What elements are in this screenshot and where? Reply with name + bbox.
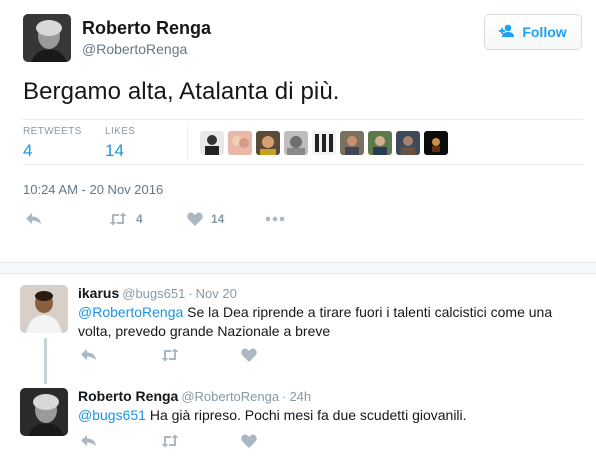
reply-icon (80, 434, 97, 448)
reply-time[interactable]: Nov 20 (196, 286, 237, 301)
reply-author-name[interactable]: Roberto Renga (78, 388, 178, 404)
main-tweet: Roberto Renga @RobertoRenga Follow Berga… (0, 0, 596, 262)
follow-label: Follow (522, 24, 567, 40)
likers-avatars (200, 131, 448, 155)
divider (23, 119, 583, 120)
like-button[interactable] (241, 348, 257, 362)
like-count: 14 (211, 212, 225, 226)
likes-value: 14 (105, 141, 124, 160)
reply-author-name[interactable]: ikarus (78, 285, 119, 301)
reply-body: Ha già ripreso. Pochi mesi fa due scudet… (145, 407, 467, 423)
liker-avatar[interactable] (396, 131, 420, 155)
reply-icon (80, 348, 97, 362)
retweet-icon (160, 434, 180, 448)
liker-avatar[interactable] (200, 131, 224, 155)
retweet-button[interactable]: 4 (108, 212, 143, 226)
retweet-count: 4 (136, 212, 143, 226)
liker-avatar[interactable] (256, 131, 280, 155)
reply-author-handle[interactable]: @bugs651 (122, 286, 185, 301)
reply-mention[interactable]: @RobertoRenga (78, 304, 183, 320)
reply-header: Roberto Renga @RobertoRenga · 24h (78, 388, 311, 404)
reply-icon (25, 212, 42, 226)
liker-avatar[interactable] (228, 131, 252, 155)
reply-text: @RobertoRenga Se la Dea riprende a tirar… (78, 303, 578, 341)
separator-dot: · (188, 286, 193, 301)
retweet-icon (160, 348, 180, 362)
reply-mention[interactable]: @bugs651 (78, 407, 146, 423)
liker-avatar[interactable] (368, 131, 392, 155)
reply-header: ikarus @bugs651 · Nov 20 (78, 285, 237, 301)
retweet-icon (108, 212, 128, 226)
reply-avatar[interactable] (20, 285, 68, 333)
retweets-value: 4 (23, 141, 33, 160)
retweets-stat[interactable]: RETWEETS 4 (23, 126, 82, 161)
divider (187, 126, 188, 158)
author-handle[interactable]: @RobertoRenga (82, 41, 187, 57)
follow-button[interactable]: Follow (484, 14, 582, 50)
reply-button[interactable] (80, 434, 97, 448)
liker-avatar[interactable] (340, 131, 364, 155)
reply-button[interactable] (80, 348, 97, 362)
reply-author-handle[interactable]: @RobertoRenga (181, 389, 279, 404)
like-button[interactable]: 14 (187, 212, 224, 226)
like-button[interactable] (241, 434, 257, 448)
retweets-label: RETWEETS (23, 126, 82, 137)
reply-text: @bugs651 Ha già ripreso. Pochi mesi fa d… (78, 406, 578, 425)
liker-avatar[interactable] (424, 131, 448, 155)
liker-avatar[interactable] (284, 131, 308, 155)
more-dots-icon (265, 212, 285, 226)
liker-avatar[interactable] (312, 131, 336, 155)
separator-dot: · (282, 389, 287, 404)
thread-connector (44, 338, 47, 384)
reply-avatar[interactable] (20, 388, 68, 436)
heart-icon (187, 212, 203, 226)
reply-time[interactable]: 24h (289, 389, 311, 404)
reply-button[interactable] (25, 212, 42, 226)
author-avatar[interactable] (23, 14, 71, 62)
retweet-button[interactable] (160, 434, 180, 448)
author-name[interactable]: Roberto Renga (82, 18, 211, 39)
likes-label: LIKES (105, 126, 136, 137)
add-user-icon (499, 24, 516, 41)
more-button[interactable] (265, 212, 285, 226)
heart-icon (241, 348, 257, 362)
likes-stat[interactable]: LIKES 14 (105, 126, 135, 161)
tweet-timestamp[interactable]: 10:24 AM - 20 Nov 2016 (23, 182, 163, 197)
section-separator (0, 262, 596, 274)
tweet-text: Bergamo alta, Atalanta di più. (23, 78, 340, 105)
heart-icon (241, 434, 257, 448)
retweet-button[interactable] (160, 348, 180, 362)
divider (23, 164, 583, 165)
